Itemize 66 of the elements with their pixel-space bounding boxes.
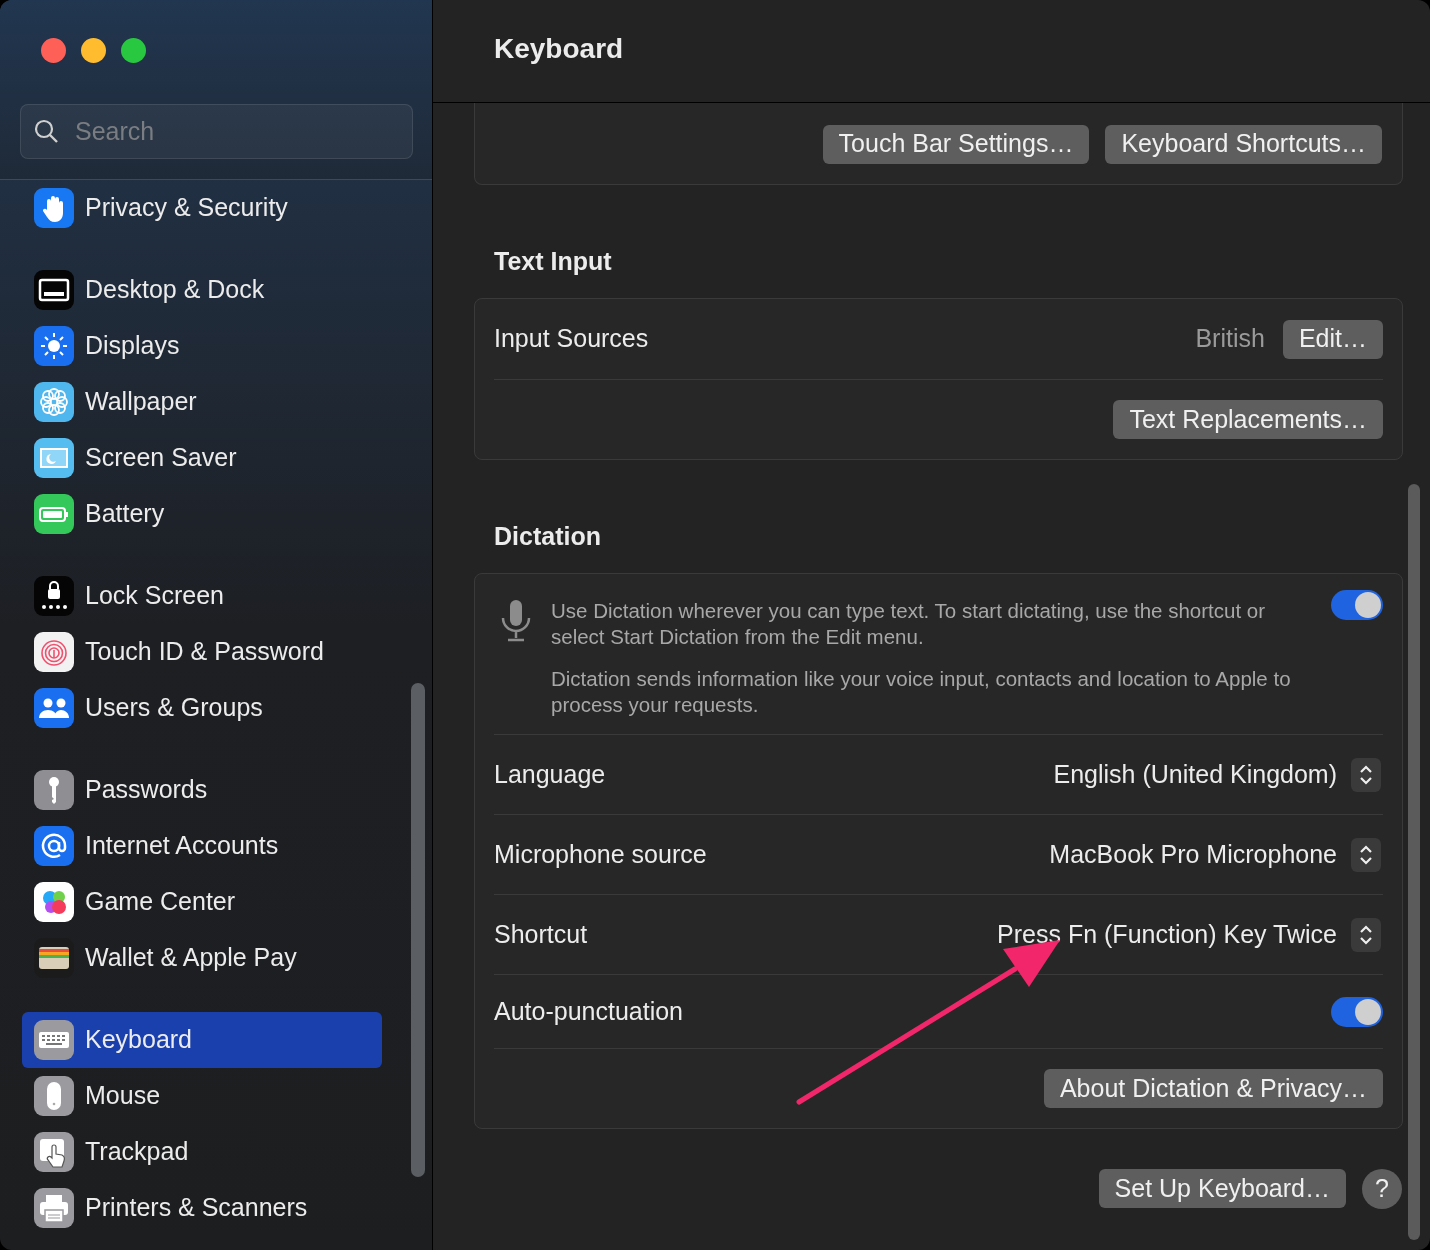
scrollbar-thumb[interactable] bbox=[1408, 484, 1420, 1240]
hand-pointer-icon bbox=[34, 1132, 74, 1172]
key-icon bbox=[34, 770, 74, 810]
row-value: British bbox=[1195, 323, 1265, 355]
battery-icon bbox=[34, 494, 74, 534]
toggle-switch[interactable] bbox=[1331, 996, 1383, 1027]
people-icon bbox=[34, 688, 74, 728]
sidebar-item[interactable]: Printers & Scanners bbox=[22, 1180, 382, 1236]
up-down-chevron-icon bbox=[1351, 917, 1381, 952]
sidebar-item[interactable]: Users & Groups bbox=[22, 680, 382, 736]
sidebar-item[interactable]: Displays bbox=[22, 318, 382, 374]
sidebar-item[interactable]: Desktop & Dock bbox=[22, 262, 382, 318]
description-text: Dictation sends information like your voice input, contacts and location to Apple to process your requests. bbox=[551, 666, 1292, 718]
sidebar-item[interactable]: Touch ID & Password bbox=[22, 624, 382, 680]
keyboard-icon bbox=[34, 1020, 74, 1060]
popup-menu[interactable]: English (United Kingdom) bbox=[1053, 755, 1383, 794]
popup-menu[interactable]: Press Fn (Function) Key Twice bbox=[997, 915, 1383, 954]
wallet-icon bbox=[34, 938, 74, 978]
sidebar-item[interactable]: Mouse bbox=[22, 1068, 382, 1124]
sidebar-item[interactable]: Internet Accounts bbox=[22, 818, 382, 874]
scrollbar-thumb[interactable] bbox=[411, 683, 425, 1177]
row-label: Microphone source bbox=[494, 838, 707, 870]
row-label: Language bbox=[494, 758, 606, 790]
flower-icon bbox=[34, 382, 74, 422]
settings-button[interactable]: Touch Bar Settings… bbox=[822, 124, 1090, 164]
up-down-chevron-icon bbox=[1351, 837, 1381, 872]
popup-menu[interactable]: MacBook Pro Microphone bbox=[1049, 835, 1383, 874]
help-button[interactable]: ? bbox=[1362, 1168, 1402, 1209]
sidebar-item[interactable]: Keyboard bbox=[22, 1012, 382, 1068]
sidebar-item[interactable]: Trackpad bbox=[22, 1124, 382, 1180]
description-text: Use Dictation wherever you can type text. To start dictating, use the shortcut or select Start Dictation from the Edit menu. bbox=[551, 598, 1267, 650]
window-icon bbox=[34, 270, 74, 310]
up-down-chevron-icon bbox=[1351, 757, 1381, 792]
mouse-icon bbox=[34, 1076, 74, 1116]
sidebar-item[interactable]: Battery bbox=[22, 486, 382, 542]
settings-button[interactable]: About Dictation & Privacy… bbox=[1043, 1069, 1383, 1108]
zoom-button[interactable] bbox=[121, 38, 146, 63]
section-title: Text Input bbox=[494, 245, 612, 277]
settings-button[interactable]: Keyboard Shortcuts… bbox=[1105, 124, 1382, 164]
at-sign-icon bbox=[34, 826, 74, 866]
sidebar-item[interactable]: Screen Saver bbox=[22, 430, 382, 486]
sidebar-item[interactable]: Privacy & Security bbox=[22, 180, 382, 236]
row-label: Auto-punctuation bbox=[494, 995, 684, 1027]
toggle-switch[interactable] bbox=[1331, 590, 1383, 620]
edit-button[interactable]: Edit… bbox=[1282, 319, 1383, 359]
row-label: Shortcut bbox=[494, 918, 588, 950]
sidebar-item[interactable]: Passwords bbox=[22, 762, 382, 818]
hand-icon bbox=[34, 188, 74, 228]
fingerprint-icon bbox=[34, 632, 74, 672]
close-button[interactable] bbox=[41, 38, 66, 63]
sidebar-item[interactable]: Game Center bbox=[22, 874, 382, 930]
sidebar-item[interactable]: Wallpaper bbox=[22, 374, 382, 430]
window-title: Keyboard bbox=[494, 32, 624, 66]
settings-button[interactable]: Text Replacements… bbox=[1113, 400, 1383, 439]
screen-moon-icon bbox=[34, 438, 74, 478]
sidebar-item[interactable]: Lock Screen bbox=[22, 568, 382, 624]
colored-circles-icon bbox=[34, 882, 74, 922]
search-icon bbox=[33, 118, 59, 144]
section-title: Dictation bbox=[494, 520, 601, 552]
sidebar-item[interactable]: Wallet & Apple Pay bbox=[22, 930, 382, 986]
row-label: Input Sources bbox=[494, 323, 649, 355]
sun-icon bbox=[34, 326, 74, 366]
printer-icon bbox=[34, 1188, 74, 1228]
lock-icon bbox=[34, 576, 74, 616]
minimize-button[interactable] bbox=[81, 38, 106, 63]
setup-button[interactable]: Set Up Keyboard… bbox=[1098, 1169, 1346, 1208]
